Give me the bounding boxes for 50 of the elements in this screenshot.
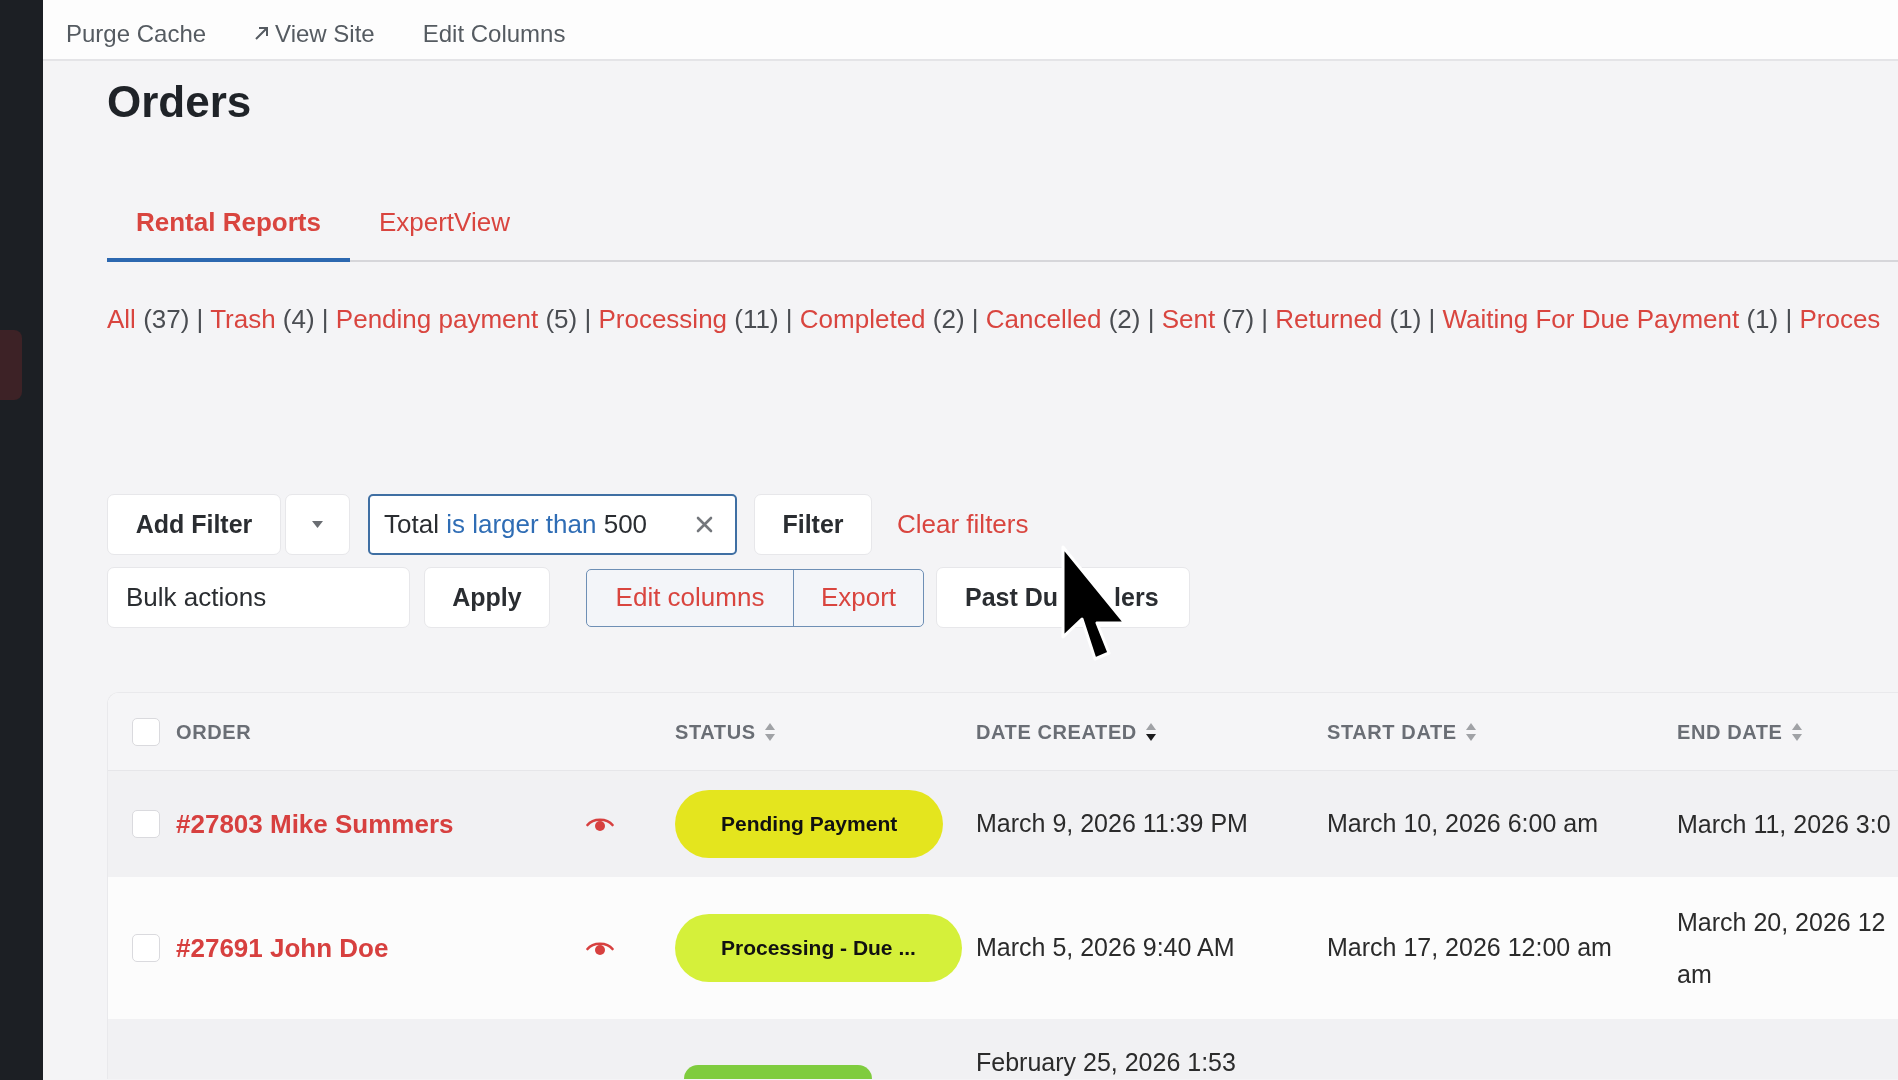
close-icon[interactable]	[696, 516, 713, 533]
apply-button[interactable]: Apply	[424, 567, 550, 628]
tab[interactable]: ExpertView	[349, 190, 539, 262]
toolbar-link[interactable]: View Site	[254, 15, 375, 52]
table-cell-text: March 20, 2026 12 am	[1677, 907, 1886, 990]
table-cell: March 17, 2026 12:00 am	[1327, 933, 1612, 962]
toolbar-link[interactable]: Edit Columns	[422, 15, 566, 52]
arrow-up-right-icon	[254, 26, 270, 41]
status-badge: Pending Payment	[675, 790, 944, 858]
caret-down-icon	[312, 521, 323, 528]
tab[interactable]: Rental Reports	[107, 190, 350, 262]
status-filter-link[interactable]: Cancelled	[985, 304, 1102, 334]
toolbar-link[interactable]: Purge Cache	[66, 15, 207, 52]
clear-filters-link[interactable]: Clear filters	[897, 505, 1029, 544]
checkbox[interactable]	[132, 934, 160, 962]
eye-icon[interactable]	[586, 816, 614, 833]
group-button[interactable]: Edit columns	[587, 569, 793, 626]
status-filter-link[interactable]: Pending payment	[335, 304, 539, 334]
status-filter-list: All (37) | Trash (4) | Pending payment (5) | Processing (11) | Completed (2) | Cancelled (2) | Sent (7) | Returned (1) | Waiting For Due Payment (1) | Proces	[107, 303, 1898, 335]
status-filter-link[interactable]: Sent	[1161, 304, 1216, 334]
page-title: Orders	[107, 76, 253, 128]
table-cell-text: March 11, 2026 3:0	[1677, 809, 1891, 840]
order-link[interactable]: #27803 Mike Summers	[176, 808, 454, 839]
status-badge: Processing - Due ...	[675, 914, 962, 982]
eye-icon[interactable]	[586, 940, 614, 957]
status-filter-link[interactable]: Waiting For Due Payment	[1442, 304, 1740, 334]
add-filter-button[interactable]: Add Filter	[107, 494, 281, 555]
column-header: START DATE	[1327, 719, 1457, 745]
table-cell: March 9, 2026 11:39 PM	[976, 809, 1248, 838]
column-header: DATE CREATED	[976, 719, 1137, 745]
order-link[interactable]: #27691 John Doe	[176, 932, 389, 963]
status-filter-link[interactable]: Proces	[1799, 304, 1881, 334]
table-cell-text: February 25, 2026 1:53	[976, 1047, 1237, 1076]
status-filter-link[interactable]: Completed	[799, 304, 926, 334]
checkbox[interactable]	[132, 810, 160, 838]
checkbox[interactable]	[132, 717, 160, 746]
column-header: STATUS	[675, 719, 756, 745]
dropdown-toggle-button[interactable]	[285, 494, 350, 555]
status-filter-link[interactable]: Processing	[598, 304, 728, 334]
group-button[interactable]: Export	[793, 569, 923, 626]
status-filter-link[interactable]: Trash	[210, 304, 276, 334]
filter-button[interactable]: Filter	[754, 494, 872, 555]
table-cell: March 10, 2026 6:00 am	[1327, 809, 1598, 838]
status-filter-link[interactable]: All	[107, 304, 136, 334]
status-filter-link[interactable]: Returned	[1275, 304, 1383, 334]
table-cell: March 5, 2026 9:40 AM	[976, 933, 1235, 962]
active-filter-chip[interactable]: Total is larger than 500	[368, 494, 737, 555]
column-header: END DATE	[1677, 719, 1783, 745]
column-header: ORDER	[176, 719, 252, 745]
bulk-actions-dropdown[interactable]: Bulk actions	[107, 567, 410, 628]
